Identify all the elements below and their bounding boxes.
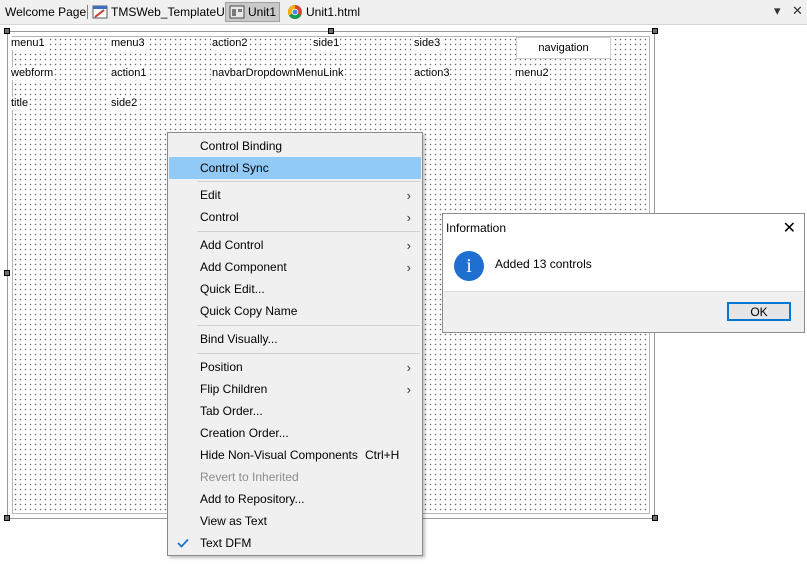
submenu-arrow-icon: › bbox=[406, 237, 411, 253]
menu-item-flip-children[interactable]: Flip Children › bbox=[169, 378, 421, 400]
editor-tab-bar: Welcome Page TMSWeb_TemplateUI Unit1 Uni… bbox=[0, 0, 807, 25]
tab-label: Unit1 bbox=[248, 5, 277, 19]
menu-separator bbox=[197, 353, 420, 354]
menu-separator bbox=[197, 325, 420, 326]
menu-item-add-component[interactable]: Add Component › bbox=[169, 256, 421, 278]
component-menu1[interactable]: menu1 bbox=[10, 37, 46, 50]
menu-item-bind-visually[interactable]: Bind Visually... bbox=[169, 328, 421, 350]
close-icon[interactable]: ✕ bbox=[783, 218, 796, 238]
close-tab-icon[interactable]: ✕ bbox=[792, 3, 803, 19]
component-menu3[interactable]: menu3 bbox=[110, 37, 146, 50]
ok-button[interactable]: OK bbox=[727, 302, 791, 321]
menu-item-view-as-text[interactable]: View as Text bbox=[169, 510, 421, 532]
component-menu2[interactable]: menu2 bbox=[514, 67, 550, 80]
dialog-footer: OK bbox=[443, 291, 804, 332]
shortcut-label: Ctrl+H bbox=[365, 448, 400, 462]
menu-item-text-dfm[interactable]: Text DFM bbox=[169, 532, 421, 554]
menu-item-position[interactable]: Position › bbox=[169, 356, 421, 378]
navigation-label: navigation bbox=[538, 42, 589, 54]
resize-handle-bottom-left[interactable] bbox=[4, 515, 10, 521]
checkmark-icon bbox=[175, 535, 191, 551]
tab-label: Welcome Page bbox=[5, 5, 87, 19]
component-title[interactable]: title bbox=[10, 97, 30, 110]
dialog-title: Information bbox=[446, 221, 507, 235]
menu-item-edit[interactable]: Edit › bbox=[169, 184, 421, 206]
menu-item-quick-edit[interactable]: Quick Edit... bbox=[169, 278, 421, 300]
dialog-message: Added 13 controls bbox=[495, 257, 592, 271]
component-side2[interactable]: side2 bbox=[110, 97, 139, 110]
menu-item-control-sync[interactable]: Control Sync bbox=[169, 157, 421, 179]
tab-list-dropdown-icon[interactable]: ▾ bbox=[774, 3, 781, 19]
resize-handle-bottom-right[interactable] bbox=[652, 515, 658, 521]
menu-item-add-control[interactable]: Add Control › bbox=[169, 234, 421, 256]
submenu-arrow-icon: › bbox=[406, 209, 411, 225]
menu-separator bbox=[197, 231, 420, 232]
menu-separator bbox=[197, 181, 420, 182]
info-icon: i bbox=[454, 251, 484, 281]
menu-item-control-binding[interactable]: Control Binding bbox=[169, 135, 421, 157]
component-navigation[interactable]: navigation bbox=[516, 37, 611, 59]
component-webform[interactable]: webform bbox=[10, 67, 55, 80]
component-side1[interactable]: side1 bbox=[312, 37, 341, 50]
resize-handle-top-left[interactable] bbox=[4, 28, 10, 34]
component-action3[interactable]: action3 bbox=[413, 67, 451, 80]
resize-handle-top-right[interactable] bbox=[652, 28, 658, 34]
submenu-arrow-icon: › bbox=[406, 259, 411, 275]
menu-item-add-repository[interactable]: Add to Repository... bbox=[169, 488, 421, 510]
tab-label: TMSWeb_TemplateUI bbox=[111, 5, 229, 19]
menu-item-tab-order[interactable]: Tab Order... bbox=[169, 400, 421, 422]
menu-item-revert-inherited: Revert to Inherited bbox=[200, 470, 299, 484]
information-dialog: Information ✕ i Added 13 controls OK bbox=[442, 213, 805, 333]
tab-unit1[interactable]: Unit1 bbox=[225, 2, 281, 22]
form-file-icon bbox=[92, 4, 108, 20]
menu-item-control[interactable]: Control › bbox=[169, 206, 421, 228]
component-side3[interactable]: side3 bbox=[413, 37, 442, 50]
unit-form-icon bbox=[229, 4, 245, 20]
resize-handle-left[interactable] bbox=[4, 270, 10, 276]
component-action2[interactable]: action2 bbox=[211, 37, 249, 50]
submenu-arrow-icon: › bbox=[406, 359, 411, 375]
tab-unit1-html[interactable]: Unit1.html bbox=[284, 2, 363, 22]
chrome-icon bbox=[287, 4, 303, 20]
tab-separator bbox=[87, 5, 88, 19]
resize-handle-top[interactable] bbox=[328, 28, 334, 34]
tab-welcome-page[interactable]: Welcome Page bbox=[2, 2, 89, 22]
tab-label: Unit1.html bbox=[306, 5, 361, 19]
component-action1[interactable]: action1 bbox=[110, 67, 148, 80]
menu-item-quick-copy-name[interactable]: Quick Copy Name bbox=[169, 300, 421, 322]
component-navbar-dropdown[interactable]: navbarDropdownMenuLink bbox=[211, 67, 345, 80]
submenu-arrow-icon: › bbox=[406, 187, 411, 203]
tab-template-ui[interactable]: TMSWeb_TemplateUI bbox=[89, 2, 231, 22]
menu-item-creation-order[interactable]: Creation Order... bbox=[169, 422, 421, 444]
context-menu: Control Binding Control Sync Edit › Contr… bbox=[167, 132, 423, 556]
submenu-arrow-icon: › bbox=[406, 381, 411, 397]
menu-item-hide-nonvisual[interactable]: Hide Non-Visual Components Ctrl+H bbox=[169, 444, 421, 466]
ok-button-label: OK bbox=[750, 304, 768, 319]
